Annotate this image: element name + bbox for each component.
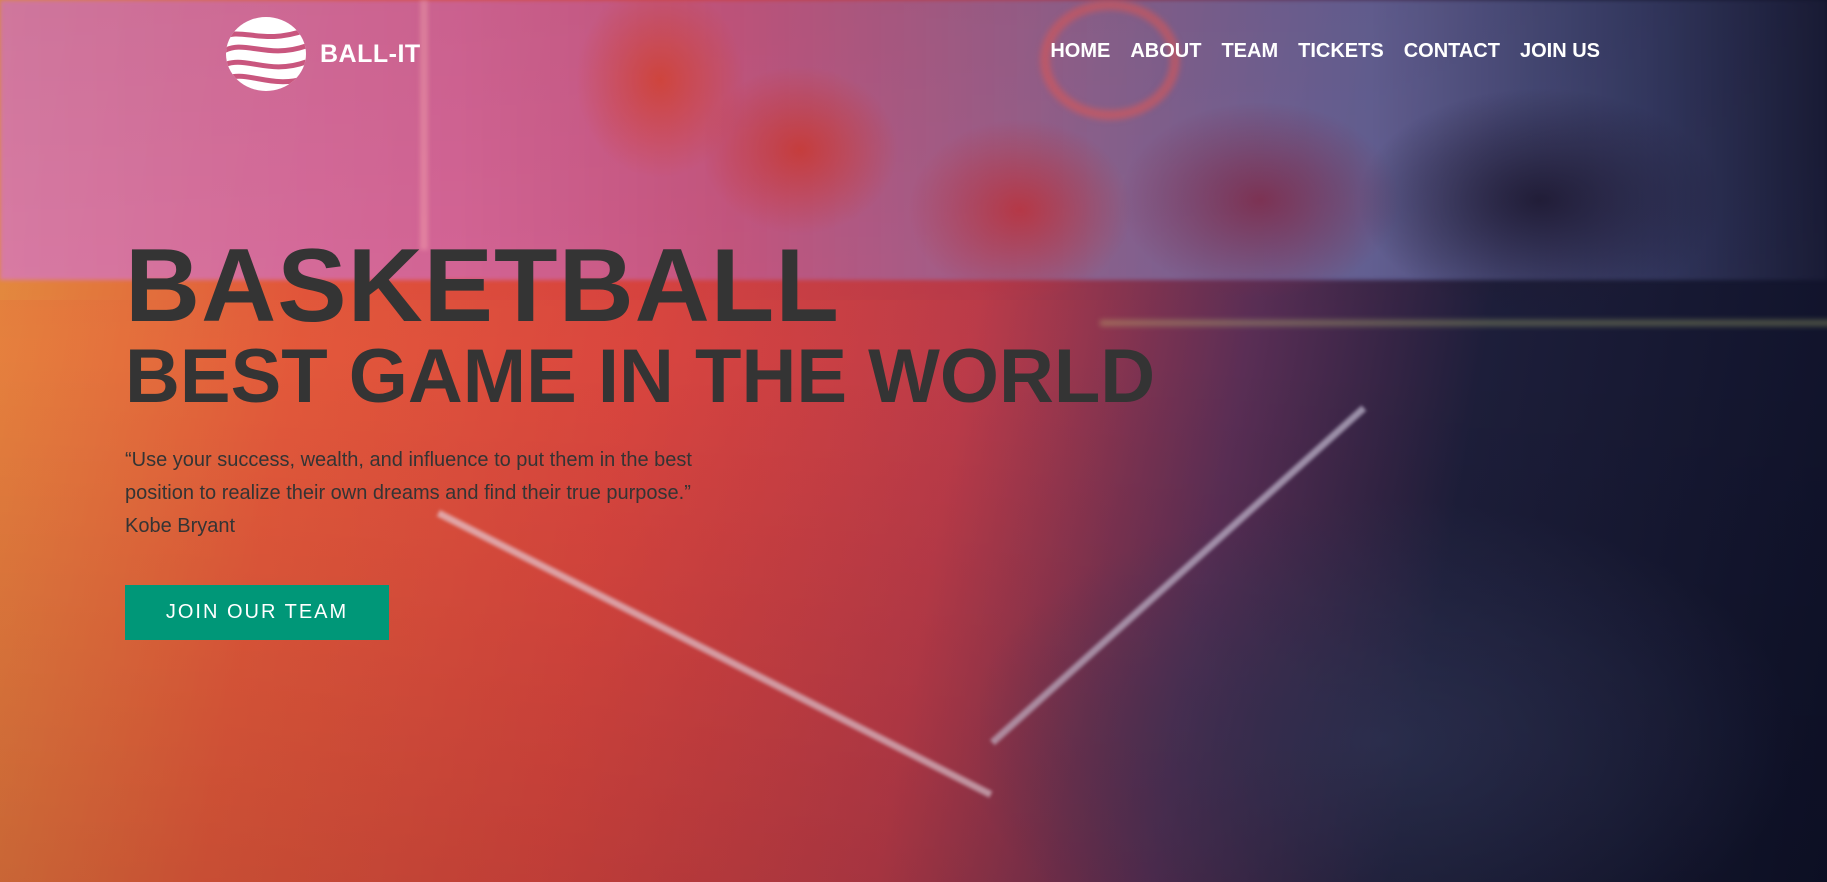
- nav-item-contact[interactable]: CONTACT: [1404, 40, 1500, 63]
- hero-content: BASKETBALL BEST GAME IN THE WORLD “Use y…: [125, 228, 1325, 640]
- quote-line: position to realize their own dreams and…: [125, 482, 691, 504]
- nav-item-home[interactable]: HOME: [1050, 40, 1110, 63]
- nav-item-join-us[interactable]: JOIN US: [1520, 40, 1600, 63]
- main-nav: HOME ABOUT TEAM TICKETS CONTACT JOIN US: [1050, 40, 1600, 63]
- wavy-ball-logo-icon: [226, 17, 306, 91]
- nav-item-about[interactable]: ABOUT: [1130, 40, 1201, 63]
- hero-subtitle: BEST GAME IN THE WORLD: [125, 334, 1156, 419]
- nav-item-tickets[interactable]: TICKETS: [1298, 40, 1384, 63]
- site-header: BALL-IT HOME ABOUT TEAM TICKETS CONTACT …: [0, 0, 1827, 105]
- nav-item-team[interactable]: TEAM: [1221, 40, 1278, 63]
- hero-quote: “Use your success, wealth, and influence…: [125, 444, 785, 543]
- quote-author: Kobe Bryant: [125, 515, 236, 537]
- brand-name: BALL-IT: [320, 39, 421, 68]
- brand-logo-link[interactable]: BALL-IT: [222, 16, 421, 92]
- quote-line: “Use your success, wealth, and influence…: [125, 449, 692, 471]
- hero-section: BALL-IT HOME ABOUT TEAM TICKETS CONTACT …: [0, 0, 1827, 882]
- join-our-team-button[interactable]: JOIN OUR TEAM: [125, 585, 389, 640]
- hero-title: BASKETBALL: [125, 228, 840, 344]
